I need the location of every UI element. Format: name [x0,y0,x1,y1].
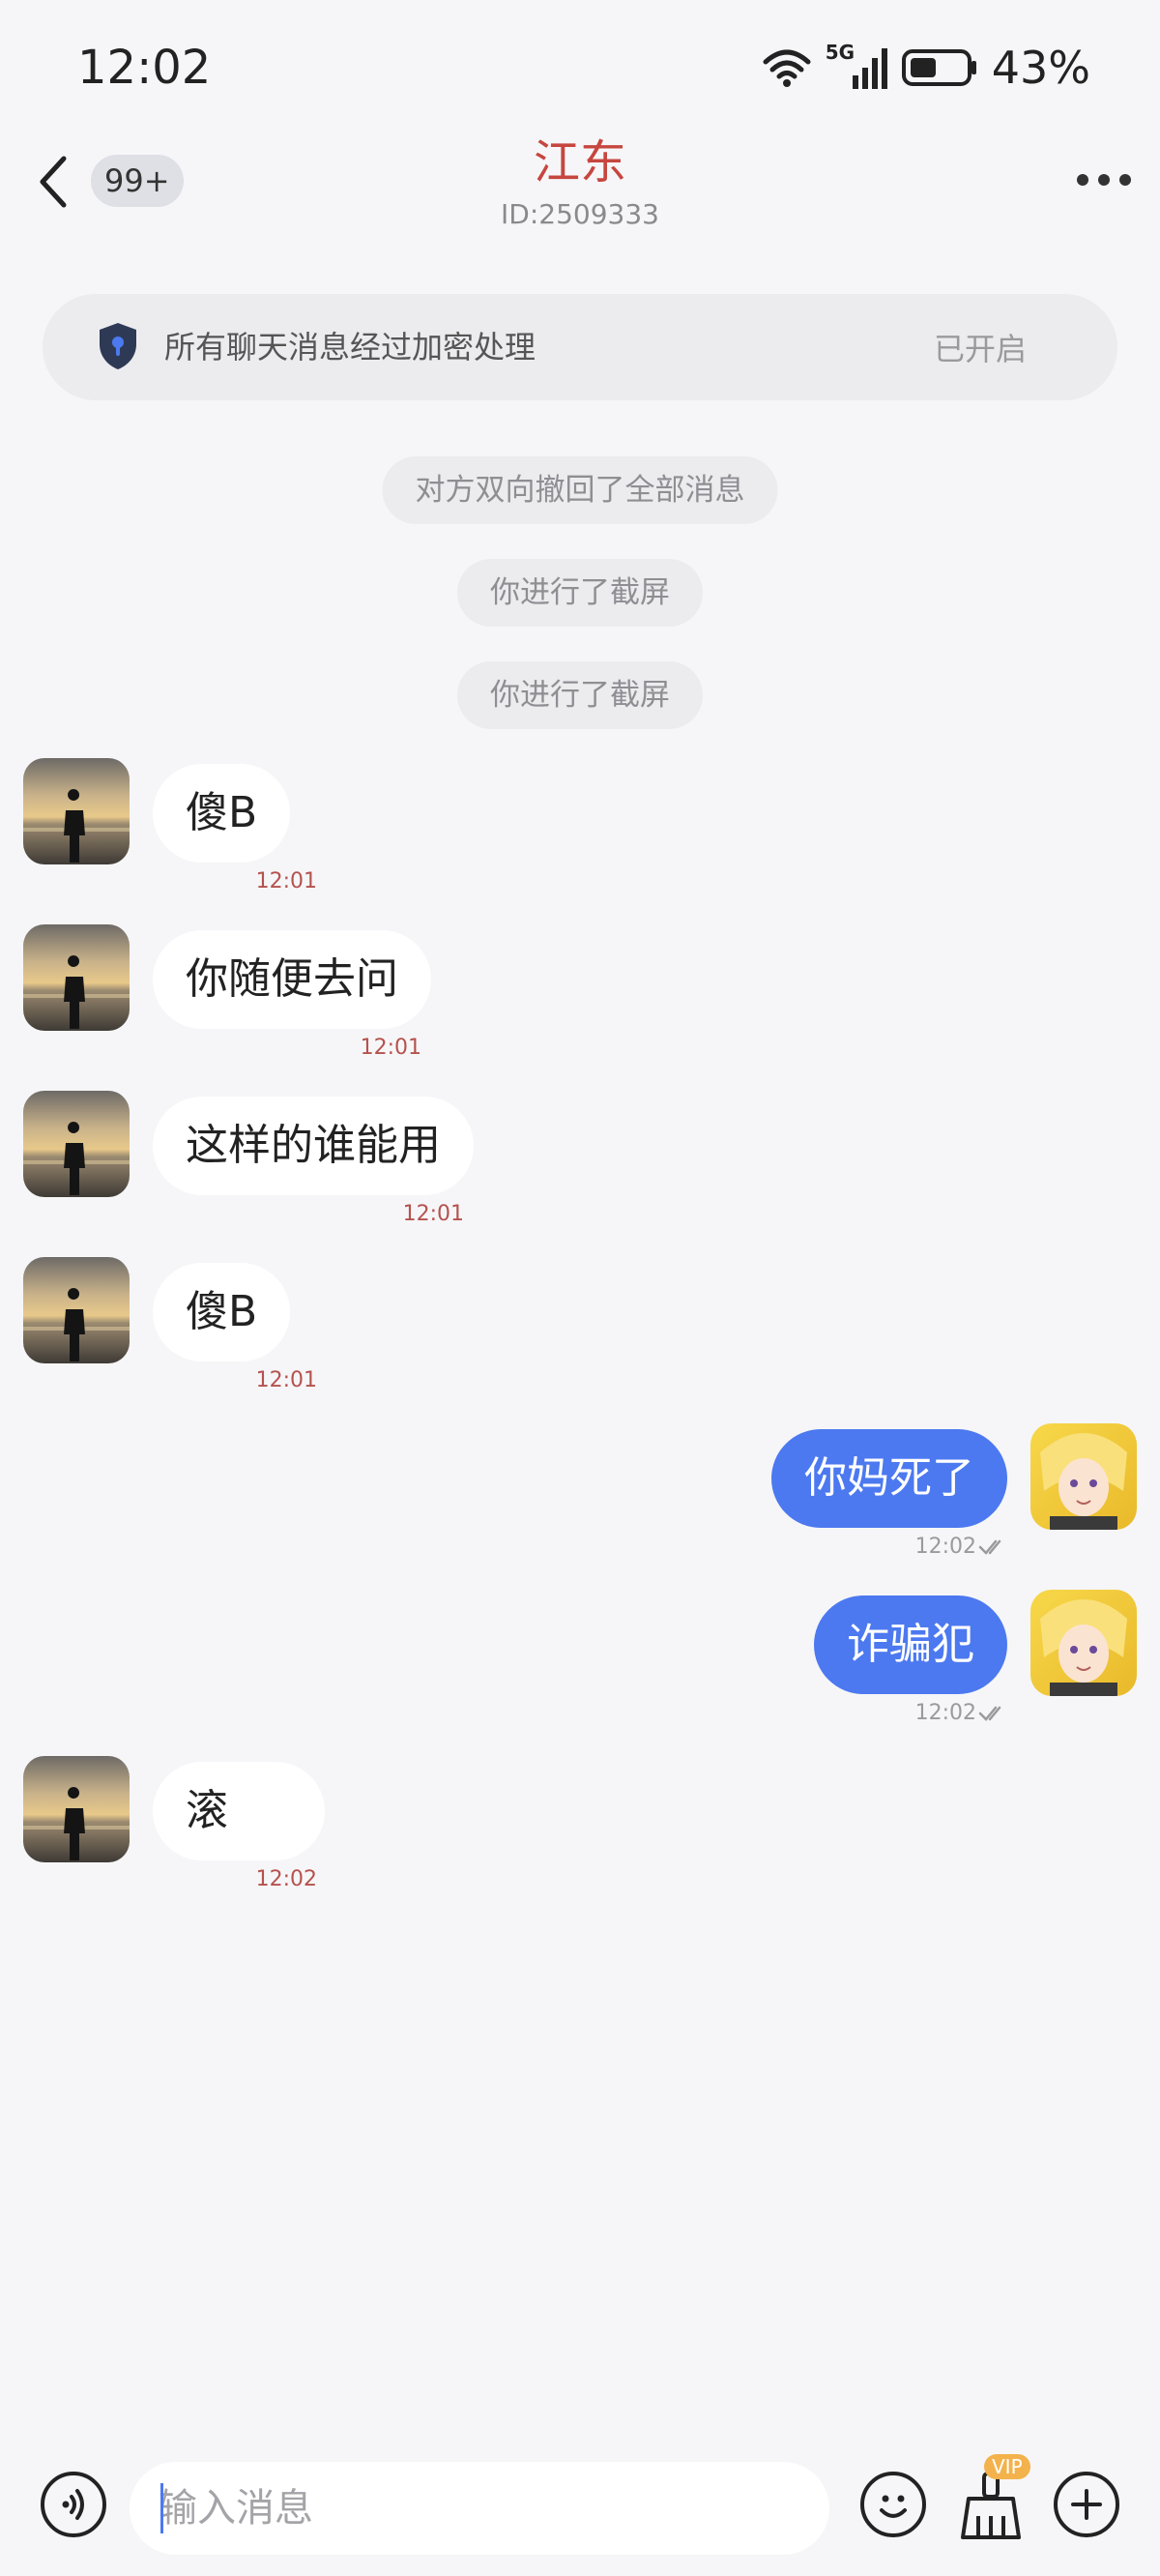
incoming-message-bubble[interactable]: 傻B [153,764,291,863]
more-icon[interactable] [1077,161,1131,199]
message-time: 12:02 [914,1535,976,1559]
encryption-text: 所有聊天消息经过加密处理 [164,329,536,366]
read-check-icon [978,1706,1001,1721]
signal-icon: 5G [826,41,887,89]
message-time: 12:01 [360,1036,421,1060]
vip-badge: VIP [984,2454,1030,2479]
incoming-message-bubble[interactable]: 滚 [153,1762,325,1860]
incoming-message-bubble[interactable]: 这样的谁能用 [153,1097,474,1195]
encryption-banner[interactable]: 所有聊天消息经过加密处理 已开启 [43,294,1117,400]
chat-title: 江东 [533,135,626,190]
my-avatar[interactable] [1030,1423,1137,1530]
message-time-status: 12:02 [915,1700,1007,1727]
contact-avatar[interactable] [23,1756,130,1862]
status-time: 12:02 [77,41,212,95]
message-input[interactable] [130,2462,829,2555]
contact-avatar[interactable] [23,1257,130,1363]
battery-icon [901,49,976,86]
outgoing-message-bubble[interactable]: 诈骗犯 [814,1595,1007,1694]
system-notice: 对方双向撤回了全部消息 [382,456,778,524]
wifi-icon [763,49,811,87]
message-time: 12:01 [402,1202,464,1226]
outgoing-message-bubble[interactable]: 你妈死了 [771,1429,1007,1528]
battery-percent: 43% [991,42,1090,94]
incoming-message-bubble[interactable]: 傻B [153,1263,291,1361]
add-icon[interactable] [1054,2472,1119,2537]
status-icons: 5G 43% [762,39,1090,97]
incoming-message-bubble[interactable]: 你随便去问 [153,930,431,1029]
read-check-icon [978,1539,1001,1555]
message-time: 12:01 [255,1368,317,1392]
voice-icon[interactable] [41,2472,106,2537]
system-notice: 你进行了截屏 [457,661,703,729]
contact-avatar[interactable] [23,924,130,1031]
system-notice: 你进行了截屏 [457,559,703,627]
shield-icon [100,323,136,369]
emoji-icon[interactable] [860,2472,926,2537]
contact-avatar[interactable] [23,758,130,864]
message-time: 12:02 [914,1701,976,1725]
my-avatar[interactable] [1030,1590,1137,1696]
message-time: 12:01 [255,869,317,893]
text-caret [160,2483,163,2533]
network-type: 5G [825,41,856,64]
contact-avatar[interactable] [23,1091,130,1197]
encryption-status: 已开启 [933,331,1027,367]
message-time: 12:02 [255,1867,317,1891]
chat-user-id: ID:2509333 [501,198,659,230]
message-time-status: 12:02 [915,1534,1007,1561]
